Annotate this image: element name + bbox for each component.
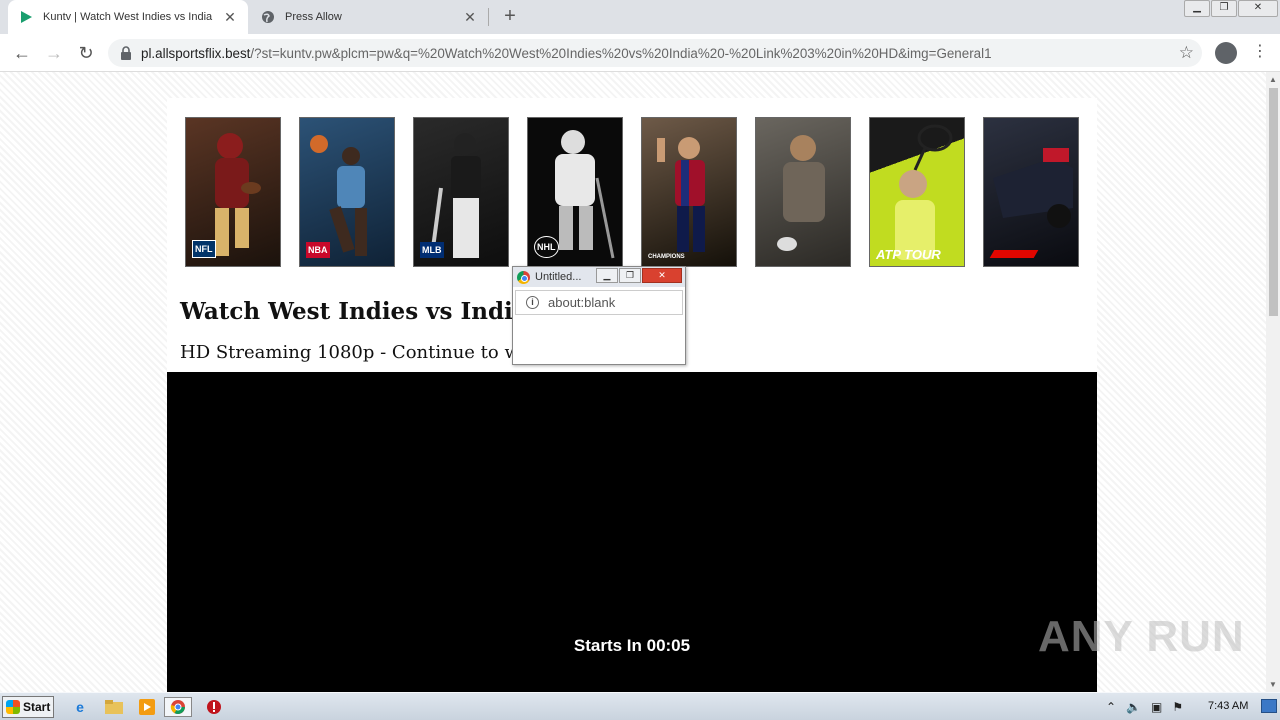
- sport-thumb-nhl[interactable]: NHL: [527, 117, 623, 267]
- popup-address-bar[interactable]: i about:blank: [515, 290, 683, 315]
- rugby-player-icon: [777, 135, 825, 251]
- back-arrow-icon[interactable]: ←: [10, 41, 34, 65]
- forward-arrow-icon[interactable]: →: [42, 41, 66, 65]
- restore-icon[interactable]: ❐: [619, 268, 641, 283]
- network-icon[interactable]: ▣: [1151, 700, 1162, 714]
- tennis-player-icon: [895, 124, 953, 260]
- start-button[interactable]: Start: [2, 696, 54, 718]
- chrome-icon: [517, 270, 530, 284]
- popup-url: about:blank: [548, 295, 616, 310]
- bookmark-star-icon[interactable]: ☆: [1179, 43, 1194, 63]
- sport-thumb-atp-tour[interactable]: ATP TOUR: [869, 117, 965, 267]
- tab-title: Kuntv | Watch West Indies vs India: [43, 11, 213, 23]
- scroll-down-icon[interactable]: ▼: [1269, 680, 1277, 689]
- popup-titlebar[interactable]: Untitled... ▁ ❐ ✕: [513, 267, 685, 287]
- volume-icon[interactable]: 🔈: [1126, 700, 1141, 714]
- page-content: NFL NBA MLB NHL CHAMPIONS ATP TOUR Watch…: [167, 98, 1097, 692]
- tray-arrow-icon[interactable]: ⌃: [1106, 700, 1116, 714]
- popup-window-controls: ▁ ❐ ✕: [595, 268, 682, 283]
- sport-thumb-nfl[interactable]: NFL: [185, 117, 281, 267]
- minimize-icon[interactable]: ▁: [596, 268, 618, 283]
- tab-title: Press Allow: [285, 11, 342, 23]
- tab-strip: Kuntv | Watch West Indies vs India ✕ Pre…: [0, 0, 1280, 34]
- scroll-up-icon[interactable]: ▲: [1269, 75, 1277, 84]
- window-controls: ▁ ❐ ✕: [1183, 0, 1278, 18]
- sport-thumb-champions-league[interactable]: CHAMPIONS: [641, 117, 737, 267]
- countdown-text: Starts In 00:05: [573, 636, 691, 655]
- close-icon[interactable]: ✕: [1238, 0, 1278, 17]
- page-subtitle: HD Streaming 1080p - Continue to watc: [180, 342, 548, 363]
- flag-icon[interactable]: ⚑: [1172, 700, 1183, 714]
- taskbar: Start e ⌃ 🔈 ▣ ⚑ 7:43 AM: [0, 692, 1280, 720]
- nhl-logo: NHL: [534, 236, 559, 258]
- reload-icon[interactable]: ↻: [74, 41, 98, 65]
- tab-kuntv[interactable]: Kuntv | Watch West Indies vs India ✕: [8, 0, 248, 34]
- f1-logo: [989, 250, 1039, 258]
- lock-icon: [120, 46, 132, 60]
- stop-sign-icon[interactable]: [203, 697, 225, 717]
- tab-close-icon[interactable]: ✕: [462, 9, 478, 26]
- globe-icon: [260, 9, 276, 25]
- page-title: Watch West Indies vs India -: [180, 298, 546, 325]
- play-icon: [18, 9, 34, 25]
- atp-tour-logo: ATP TOUR: [876, 247, 941, 262]
- minimize-icon[interactable]: ▁: [1184, 0, 1210, 17]
- nba-logo: NBA: [306, 242, 330, 258]
- address-bar[interactable]: pl.allsportsflix.best/?st=kuntv.pw&plcm=…: [108, 39, 1202, 67]
- soccer-player-icon: [657, 137, 705, 252]
- popup-window[interactable]: Untitled... ▁ ❐ ✕ i about:blank: [512, 266, 686, 365]
- tab-separator: [488, 8, 489, 26]
- anyrun-watermark: ANY RUN: [1038, 612, 1245, 661]
- page-viewport: NFL NBA MLB NHL CHAMPIONS ATP TOUR Watch…: [0, 72, 1266, 692]
- mlb-logo: MLB: [420, 242, 444, 258]
- f1-car-icon: [993, 148, 1073, 228]
- video-player[interactable]: Starts In 00:05: [167, 372, 1097, 692]
- nfl-logo: NFL: [192, 240, 216, 258]
- clock[interactable]: 7:43 AM: [1208, 700, 1248, 712]
- file-explorer-icon[interactable]: [103, 697, 125, 717]
- new-tab-icon[interactable]: +: [498, 5, 522, 29]
- popup-title: Untitled...: [535, 271, 582, 283]
- profile-avatar-icon[interactable]: [1215, 42, 1237, 64]
- start-label: Start: [23, 700, 51, 714]
- sport-thumb-nba[interactable]: NBA: [299, 117, 395, 267]
- tab-close-icon[interactable]: ✕: [222, 9, 238, 26]
- sport-thumb-f1[interactable]: [983, 117, 1079, 267]
- system-tray: ⌃ 🔈 ▣ ⚑: [1106, 697, 1193, 717]
- sport-thumb-rugby[interactable]: [755, 117, 851, 267]
- restore-icon[interactable]: ❐: [1211, 0, 1237, 17]
- url-text: pl.allsportsflix.best/?st=kuntv.pw&plcm=…: [141, 45, 992, 61]
- windows-logo-icon: [6, 700, 20, 714]
- menu-dots-icon[interactable]: ⋮: [1252, 42, 1268, 62]
- show-desktop-icon[interactable]: [1261, 699, 1277, 713]
- close-icon[interactable]: ✕: [642, 268, 682, 283]
- media-player-icon[interactable]: [136, 697, 158, 717]
- internet-explorer-icon[interactable]: e: [69, 697, 91, 717]
- champions-league-logo: CHAMPIONS: [648, 254, 685, 260]
- browser-toolbar: ← → ↻ pl.allsportsflix.best/?st=kuntv.pw…: [0, 34, 1280, 72]
- scrollbar-thumb[interactable]: [1269, 88, 1278, 316]
- chrome-taskbar-icon[interactable]: [164, 697, 192, 717]
- page-scrollbar[interactable]: ▲ ▼: [1266, 72, 1280, 692]
- sports-thumbnails: NFL NBA MLB NHL CHAMPIONS ATP TOUR: [185, 117, 1085, 267]
- tab-press-allow[interactable]: Press Allow ✕: [250, 0, 488, 34]
- sport-thumb-mlb[interactable]: MLB: [413, 117, 509, 267]
- info-icon[interactable]: i: [526, 296, 539, 309]
